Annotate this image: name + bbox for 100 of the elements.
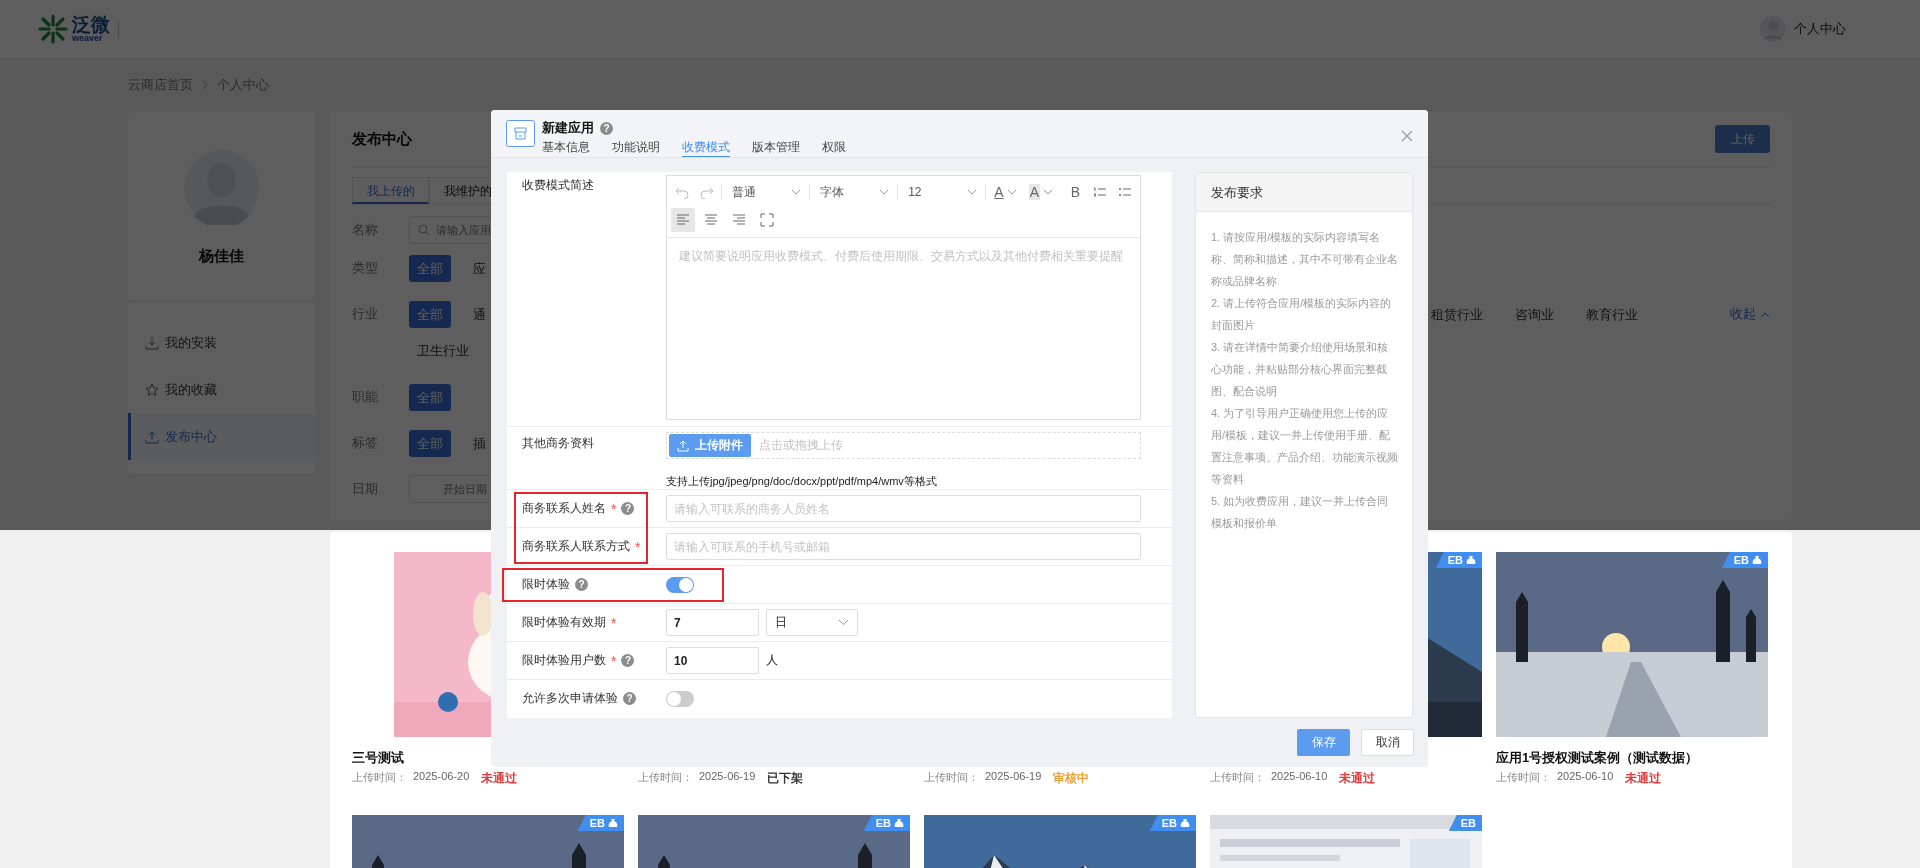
user-name: 杨佳佳 — [199, 247, 244, 266]
field-label: 收费模式简述 — [522, 177, 594, 194]
field-label: 限时体验用户数 — [522, 652, 606, 669]
format-dropdown[interactable]: 12 — [902, 184, 987, 200]
upload-date: 2025-06-10 — [1271, 770, 1328, 784]
bullet-list-icon — [1118, 185, 1133, 199]
card-title: 三号测试 — [352, 749, 405, 767]
card-title: 应用1号授权测试案例（测试数据） — [1496, 749, 1700, 767]
format-dropdown[interactable]: 字体 — [814, 184, 899, 200]
panel-title: 发布要求 — [1196, 173, 1412, 212]
filter-option[interactable]: 教育行业 — [1586, 300, 1638, 328]
upload-time-label: 上传时间： — [638, 770, 693, 785]
star-icon — [145, 382, 159, 397]
download-icon — [145, 335, 159, 350]
align-left-icon — [676, 213, 690, 227]
bold-button[interactable]: B — [1065, 180, 1086, 204]
sidebar-item[interactable]: 我的收藏 — [128, 366, 315, 413]
status-text: 审核中 — [1053, 770, 1090, 787]
panel-title: 发布中心 — [352, 129, 412, 149]
close-icon[interactable] — [1401, 130, 1413, 142]
align-center-icon — [704, 213, 718, 227]
filter-option[interactable]: 全部 — [409, 254, 451, 282]
filter-option[interactable]: 全部 — [409, 300, 451, 328]
money-bag-icon — [608, 817, 618, 829]
help-icon[interactable]: ? — [575, 578, 588, 591]
badge-text: EB — [1161, 817, 1177, 829]
caret-icon — [791, 189, 801, 195]
badge-text: EB — [1733, 554, 1749, 566]
store-icon — [506, 120, 535, 147]
upload-date: 2025-06-10 — [1557, 770, 1614, 784]
filter-option[interactable]: 卫生行业 — [417, 337, 469, 364]
toolbar-button[interactable] — [671, 208, 695, 232]
fullscreen-icon — [760, 213, 774, 227]
tab[interactable]: 收费模式 — [682, 139, 730, 157]
tab[interactable]: 版本管理 — [752, 139, 800, 157]
font-color-button[interactable]: A — [990, 181, 1021, 203]
help-icon[interactable]: ? — [623, 692, 636, 705]
tab[interactable]: 基本信息 — [542, 139, 590, 157]
toggle-switch[interactable] — [666, 576, 694, 593]
help-icon[interactable]: ? — [621, 502, 635, 515]
upload-time-label: 上传时间： — [352, 770, 407, 785]
caret-icon — [838, 619, 849, 626]
number-field[interactable]: 10 — [666, 647, 759, 674]
search-icon — [418, 224, 430, 236]
sidebar-item[interactable]: 我的安装 — [128, 319, 315, 366]
unit-dropdown[interactable]: 日 — [766, 609, 858, 636]
caret-icon — [1006, 189, 1017, 195]
upload-attachment-button[interactable]: 上传附件 — [669, 434, 751, 457]
money-bag-icon — [1752, 554, 1762, 566]
upload-time-label: 上传时间： — [1496, 770, 1551, 785]
badge-text: EB — [875, 817, 891, 829]
field-label: 商务联系人联系方式 — [522, 538, 630, 555]
filter-option[interactable]: 咨询业 — [1515, 300, 1554, 328]
badge-text: EB — [1460, 817, 1476, 829]
upload-date: 2025-06-20 — [413, 770, 470, 784]
field-label: 其他商务资料 — [522, 435, 594, 452]
tab[interactable]: 功能说明 — [612, 139, 660, 157]
field-label: 允许多次申请体验 — [522, 690, 618, 707]
upload-icon — [145, 429, 159, 444]
upload-time-label: 上传时间： — [1210, 770, 1265, 785]
align-right-icon — [732, 213, 746, 227]
collapse-link[interactable]: 收起 — [1730, 305, 1770, 323]
money-bag-icon — [1180, 817, 1190, 829]
field-label: 限时体验 — [522, 576, 570, 593]
format-dropdown[interactable]: 普通 — [725, 184, 810, 200]
badge-text: EB — [589, 817, 605, 829]
number-field[interactable]: 7 — [666, 609, 759, 636]
requirement-text: 3. 请在详情中简要介绍使用场景和核心功能，并粘贴部分核心界面完整截图、配合说明 — [1211, 340, 1390, 399]
filter-option[interactable]: 全部 — [409, 429, 451, 457]
field-label: 限时体验有效期 — [522, 614, 606, 631]
filter-option[interactable]: 插 — [473, 429, 486, 457]
money-bag-icon — [894, 817, 904, 829]
filter-option[interactable]: 全部 — [409, 383, 451, 411]
money-bag-icon — [1466, 554, 1476, 566]
logo-icon — [38, 14, 68, 44]
tab[interactable]: 权限 — [822, 139, 846, 157]
cancel-button[interactable]: 取消 — [1361, 729, 1414, 756]
help-icon[interactable]: ? — [621, 654, 635, 667]
requirement-text: 1. 请按应用/模板的实际内容填写名称、简称和描述，其中不可带有企业名称或品牌名称 — [1211, 230, 1398, 289]
redo-icon — [699, 185, 714, 199]
filter-option[interactable]: 租赁行业 — [1431, 300, 1483, 328]
chevron-icon — [201, 80, 209, 90]
undo-icon — [674, 185, 689, 199]
format-note: 支持上传jpg/jpeg/png/doc/docx/ppt/pdf/mp4/wmv等格式 — [666, 474, 937, 489]
filter-option[interactable]: 通 — [473, 300, 486, 328]
filter-option[interactable]: 应 — [473, 254, 486, 282]
logo-text: 泛微 — [72, 15, 110, 34]
toggle-switch[interactable] — [666, 691, 694, 707]
status-text: 未通过 — [481, 770, 518, 787]
field-label: 商务联系人姓名 — [522, 500, 606, 517]
required-mark: * — [611, 652, 617, 669]
highlight-color-button[interactable]: A — [1024, 181, 1057, 203]
help-icon[interactable]: ? — [600, 121, 613, 135]
status-text: 未通过 — [1339, 770, 1376, 787]
save-button[interactable]: 保存 — [1297, 729, 1350, 756]
upload-date: 2025-06-19 — [985, 770, 1042, 784]
status-text: 未通过 — [1625, 770, 1662, 787]
user-center-link[interactable]: 个人中心 — [1794, 20, 1846, 38]
badge-text: EB — [1447, 554, 1463, 566]
unit-label: 人 — [766, 652, 778, 669]
